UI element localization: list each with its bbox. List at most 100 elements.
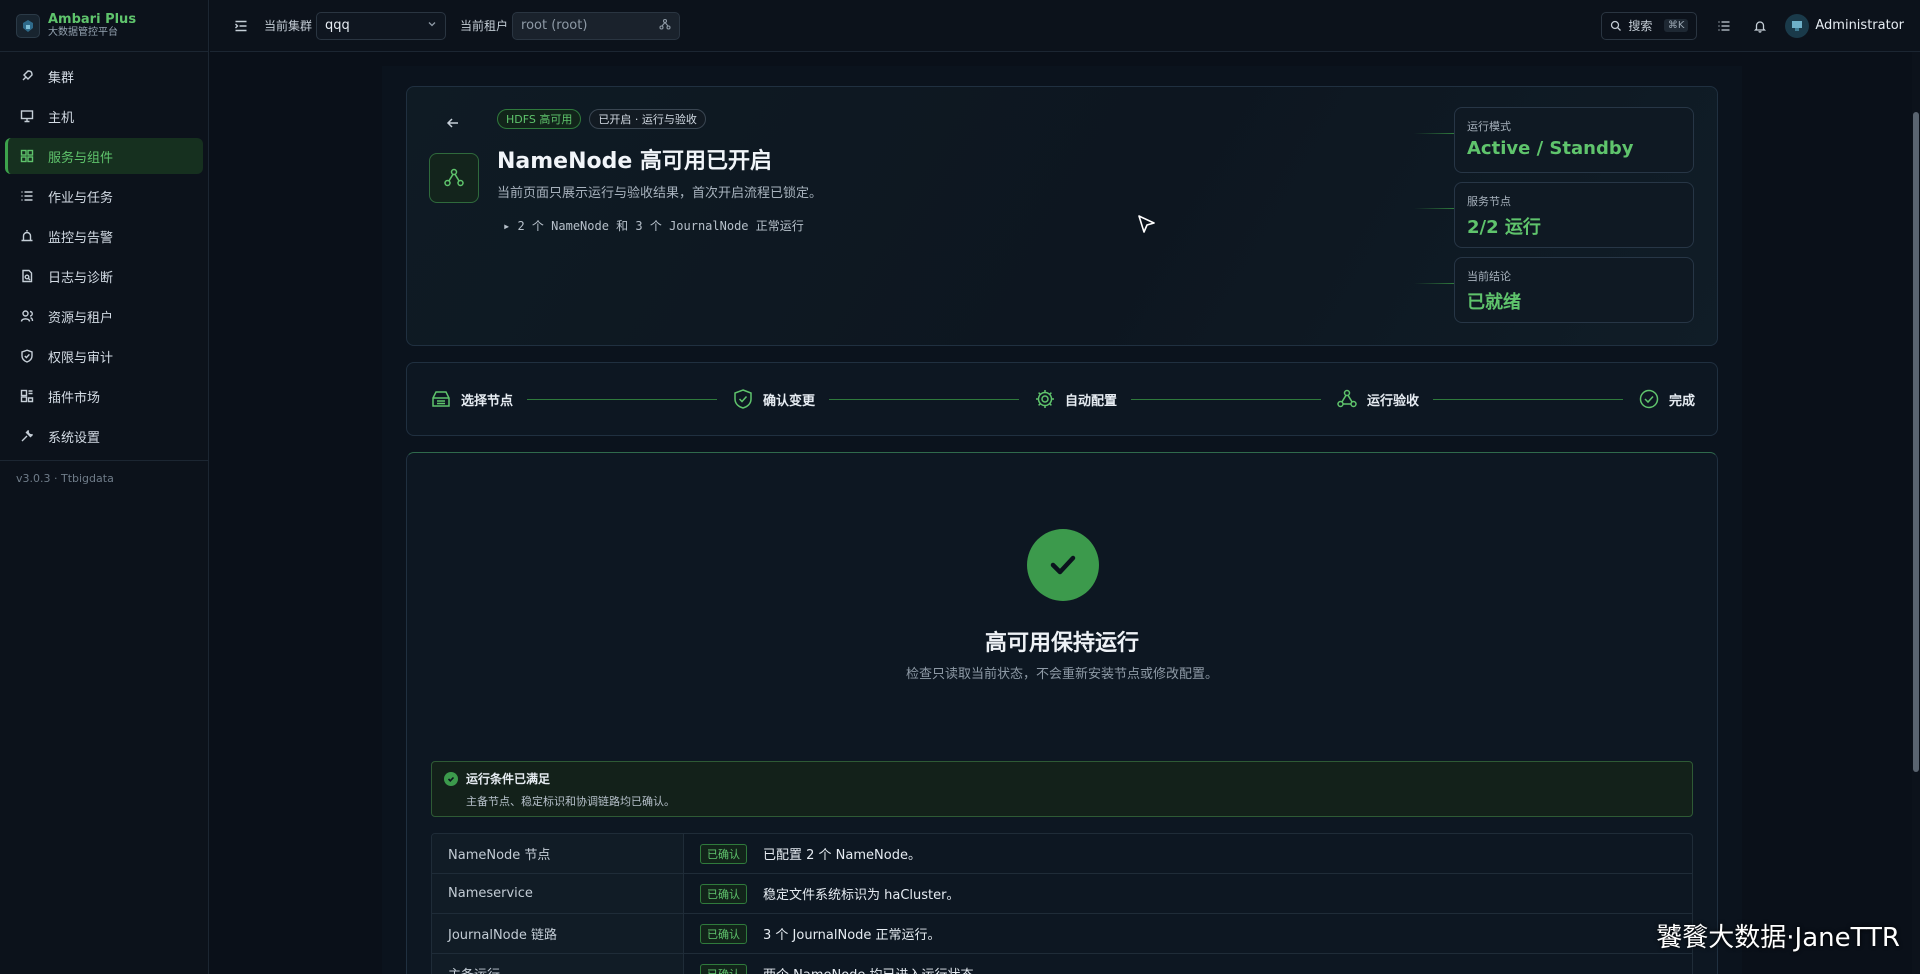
tag-hdfs-ha: HDFS 高可用 [497, 109, 582, 129]
sidebar-item-label: 日志与诊断 [48, 270, 114, 286]
brand[interactable]: Ambari Plus 大数据管控平台 [0, 0, 208, 52]
caret-right-icon: ▸ [503, 219, 511, 233]
sidebar-item-logs[interactable]: 日志与诊断 [5, 258, 203, 294]
step-connector [527, 398, 717, 400]
cluster-label: 当前集群 [264, 19, 313, 33]
success-alert: 运行条件已满足 主备节点、稳定标识和协调链路均已确认。 [431, 761, 1693, 817]
alarm-icon [19, 228, 35, 244]
sidebar-item-label: 插件市场 [48, 390, 101, 406]
gear-icon [1033, 387, 1057, 411]
scrollbar[interactable] [1912, 52, 1920, 974]
step-select-nodes[interactable]: 选择节点 [429, 387, 513, 411]
result-title: 高可用保持运行 [984, 631, 1139, 656]
bell-icon[interactable] [1751, 17, 1769, 35]
alert-title: 运行条件已满足 [466, 772, 551, 786]
user-name[interactable]: Administrator [1815, 18, 1904, 33]
step-run-acceptance[interactable]: 运行验收 [1335, 387, 1419, 411]
row-key: NameNode 节点 [432, 834, 684, 873]
tenant-value: root (root) [521, 18, 588, 33]
status-badge: 已确认 [700, 963, 747, 974]
hero-tags: HDFS 高可用 已开启 · 运行与验收 [497, 109, 706, 129]
row-value: 稳定文件系统标识为 haCluster。 [763, 888, 960, 903]
logo-icon [16, 13, 40, 38]
step-label: 选择节点 [461, 393, 514, 409]
step-label: 运行验收 [1367, 393, 1420, 409]
hero-card: HDFS 高可用 已开启 · 运行与验收 NameNode 高可用已开启 当前页… [406, 86, 1718, 346]
watermark: 饕餮大数据·JaneTTR [1656, 923, 1900, 953]
sidebar-item-label: 作业与任务 [48, 190, 114, 206]
stat-run-mode: 运行模式 Active / Standby [1454, 107, 1694, 173]
cluster-select[interactable]: qqq [316, 11, 447, 40]
sidebar-item-hosts[interactable]: 主机 [5, 98, 203, 134]
step-auto-config[interactable]: 自动配置 [1033, 387, 1117, 411]
result-card: 高可用保持运行 检查只读取当前状态，不会重新安装节点或修改配置。 运行条件已满足… [406, 452, 1718, 974]
sidebar-item-plugins[interactable]: 插件市场 [5, 378, 203, 414]
step-confirm-change[interactable]: 确认变更 [731, 387, 815, 411]
list-icon[interactable] [1715, 17, 1733, 35]
table-row: NameNode 节点 已确认 已配置 2 个 NameNode。 [432, 834, 1692, 874]
cluster-icon [1335, 387, 1359, 411]
tenant-field[interactable]: root (root) [512, 11, 681, 40]
stat-conclusion: 当前结论 已就绪 [1454, 257, 1694, 323]
grid-icon [19, 148, 35, 164]
stat-service-nodes: 服务节点 2/2 运行 [1454, 182, 1694, 248]
chevron-down-icon [427, 18, 437, 33]
step-label: 确认变更 [763, 393, 816, 409]
step-connector [1131, 398, 1321, 400]
decor-line [1414, 208, 1454, 209]
sidebar-item-label: 主机 [48, 110, 75, 126]
sidebar-item-cluster[interactable]: 集群 [5, 58, 203, 94]
stat-value: 2/2 运行 [1467, 217, 1541, 238]
wizard-steps: 选择节点 确认变更 自动配置 运行验收 完成 [406, 362, 1718, 436]
stat-label: 运行模式 [1467, 120, 1511, 133]
sidebar-item-label: 资源与租户 [48, 310, 114, 326]
scrollbar-thumb[interactable] [1913, 112, 1919, 772]
search-label: 搜索 [1628, 19, 1653, 33]
list-icon [19, 188, 35, 204]
sidebar-item-monitoring[interactable]: 监控与告警 [5, 218, 203, 254]
sidebar-nav: 集群 主机 服务与组件 作业与任务 监控与告警 日志与诊断 资源与租户 权限与审… [0, 52, 208, 454]
sidebar-item-services[interactable]: 服务与组件 [5, 138, 203, 174]
sidebar-item-label: 权限与审计 [48, 350, 114, 366]
row-value: 已配置 2 个 NameNode。 [763, 848, 921, 863]
file-search-icon [19, 268, 35, 284]
shield-icon [19, 348, 35, 364]
cluster-icon [429, 153, 479, 203]
shield-check-icon [731, 387, 755, 411]
status-badge: 已确认 [700, 883, 747, 904]
stat-value: 已就绪 [1467, 292, 1521, 313]
sidebar-item-settings[interactable]: 系统设置 [5, 418, 203, 454]
cluster-value: qqq [325, 18, 350, 33]
back-arrow-icon[interactable] [445, 115, 461, 135]
alert-description: 主备节点、稳定标识和协调链路均已确认。 [466, 795, 675, 808]
rocket-icon [19, 68, 35, 84]
mouse-cursor-icon [1136, 214, 1158, 240]
table-row: 主备运行 已确认 两个 NameNode 均已进入运行状态。 [432, 954, 1692, 974]
menu-collapse-icon[interactable] [232, 17, 250, 35]
stat-label: 服务节点 [1467, 195, 1511, 208]
page-subtitle: 当前页面只展示运行与验收结果，首次开启流程已锁定。 [497, 186, 823, 201]
server-icon [429, 387, 453, 411]
stat-value: Active / Standby [1467, 138, 1634, 159]
search-button[interactable]: 搜索 ⌘K [1601, 11, 1698, 40]
sidebar-item-jobs[interactable]: 作业与任务 [5, 178, 203, 214]
avatar[interactable] [1785, 13, 1810, 38]
status-badge: 已确认 [700, 923, 747, 944]
version-label: v3.0.3 · Ttbigdata [0, 460, 208, 485]
check-table: NameNode 节点 已确认 已配置 2 个 NameNode。 Namese… [431, 833, 1693, 974]
row-value: 3 个 JournalNode 正常运行。 [763, 928, 941, 943]
tenant-label: 当前租户 [460, 19, 509, 33]
search-shortcut: ⌘K [1663, 19, 1689, 32]
step-done[interactable]: 完成 [1637, 387, 1695, 411]
sidebar-item-label: 集群 [48, 70, 75, 86]
sidebar-item-resources[interactable]: 资源与租户 [5, 298, 203, 334]
row-key: 主备运行 [432, 954, 684, 974]
sidebar-item-label: 监控与告警 [48, 230, 114, 246]
wrench-icon [19, 428, 35, 444]
success-check-icon [1027, 529, 1099, 601]
hero-detail-toggle[interactable]: ▸ 2 个 NameNode 和 3 个 JournalNode 正常运行 [503, 217, 804, 234]
row-value: 两个 NameNode 均已进入运行状态。 [763, 964, 987, 974]
plugin-icon [19, 388, 35, 404]
row-key: JournalNode 链路 [432, 914, 684, 953]
sidebar-item-audit[interactable]: 权限与审计 [5, 338, 203, 374]
